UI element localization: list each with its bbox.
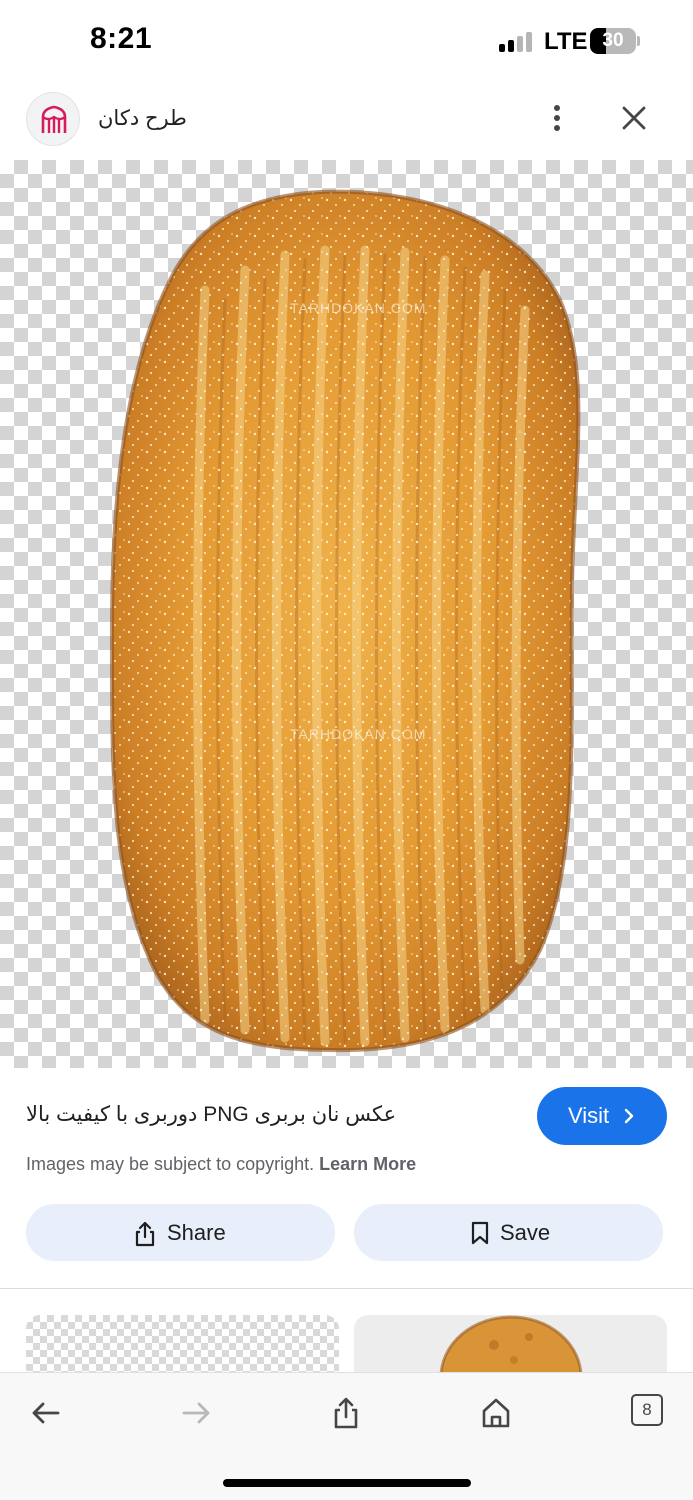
- more-vert-icon[interactable]: [540, 98, 574, 138]
- tabs-button[interactable]: 8: [631, 1394, 663, 1426]
- home-icon[interactable]: [474, 1391, 518, 1435]
- back-icon[interactable]: [24, 1391, 68, 1435]
- battery-level: 30: [602, 30, 624, 51]
- copyright-notice: Images may be subject to copyright. Lear…: [26, 1154, 416, 1175]
- network-type: LTE: [544, 28, 588, 55]
- home-indicator[interactable]: [223, 1479, 471, 1487]
- bread-image: [109, 189, 581, 1053]
- status-time: 8:21: [90, 22, 153, 55]
- chevron-right-icon: [624, 1108, 634, 1124]
- cellular-signal-icon: [499, 30, 535, 52]
- save-label: Save: [500, 1220, 551, 1245]
- share-icon[interactable]: [324, 1391, 368, 1435]
- site-name[interactable]: طرح دکان: [98, 106, 187, 131]
- forward-icon[interactable]: [174, 1391, 218, 1435]
- learn-more-link[interactable]: Learn More: [319, 1154, 416, 1174]
- source-header: طرح دکان: [0, 84, 693, 156]
- result-title[interactable]: عکس نان بربری PNG دوربری با کیفیت بالا: [26, 1102, 446, 1127]
- battery-icon: 30: [590, 28, 636, 54]
- store-icon[interactable]: [26, 92, 80, 146]
- watermark: TARHDOKAN.COM: [290, 300, 427, 316]
- visit-button[interactable]: Visit: [537, 1087, 667, 1145]
- watermark: TARHDOKAN.COM: [290, 726, 427, 742]
- related-image-thumbnail[interactable]: [354, 1315, 667, 1377]
- visit-label: Visit: [568, 1103, 610, 1128]
- status-bar: 8:21 LTE 30: [0, 0, 693, 84]
- copyright-text: Images may be subject to copyright.: [26, 1154, 315, 1174]
- bookmark-icon: [471, 1221, 489, 1245]
- share-label: Share: [167, 1220, 226, 1245]
- close-icon[interactable]: [614, 98, 654, 138]
- share-button[interactable]: Share: [26, 1204, 335, 1261]
- preview-image[interactable]: TARHDOKAN.COM TARHDOKAN.COM: [0, 160, 693, 1068]
- battery-tip: [637, 36, 640, 46]
- related-image-thumbnail[interactable]: [26, 1315, 339, 1377]
- share-icon: [135, 1221, 155, 1247]
- divider: [0, 1288, 693, 1289]
- bread-thumbnail: [439, 1315, 583, 1377]
- save-button[interactable]: Save: [354, 1204, 663, 1261]
